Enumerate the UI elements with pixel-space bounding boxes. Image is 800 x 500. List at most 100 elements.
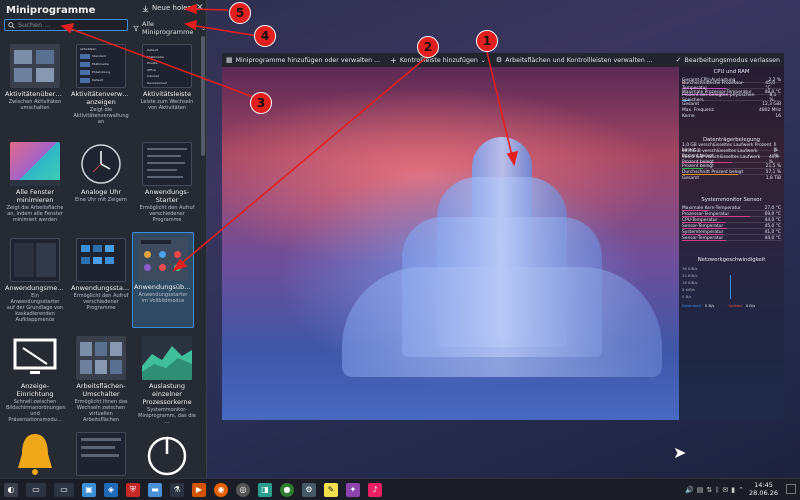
- widget-tile[interactable]: Auslastung einzelner Prozessorkerne Syst…: [136, 332, 198, 428]
- widget-tile[interactable]: Aktivitätenübersi... Zwischen Aktivitäte…: [4, 40, 66, 136]
- add-panel-label: Kontrollleiste hinzufügen: [399, 56, 478, 64]
- widget-name: Analoge Uhr: [80, 188, 122, 196]
- sensor-value: 41,0 °C: [764, 229, 781, 235]
- widget-tile[interactable]: Analoge Uhr Eine Uhr mit Zeigern: [70, 138, 132, 234]
- expand-tray-icon[interactable]: ⌃: [738, 486, 744, 494]
- sensor-row: Kerne 16: [679, 113, 784, 119]
- widget-tile-selected[interactable]: Anwendungsüber... Anwendungsstarter im V…: [132, 232, 194, 328]
- battery-icon[interactable]: ▮: [731, 486, 735, 494]
- notifications-icon[interactable]: ✉: [722, 486, 728, 494]
- show-desktop-icon[interactable]: [786, 484, 796, 494]
- get-new-widgets-button[interactable]: Neue holen ...: [142, 4, 201, 12]
- search-field[interactable]: [4, 19, 128, 31]
- system-tray: 🔊 ▤ ⇅ ᛒ ✉ ▮ ⌃: [685, 486, 744, 494]
- clock-time: 14:45: [754, 481, 773, 489]
- sensor-value: 27,0 °C: [764, 205, 781, 211]
- document-icon[interactable]: ✎: [324, 482, 338, 497]
- download-value: 0 B/s: [704, 303, 715, 308]
- widget-tile[interactable]: Anzeige-Einrichtung Schnell zwischen Bil…: [4, 332, 66, 428]
- close-icon[interactable]: ✕: [196, 3, 204, 13]
- sensor-row: Maximale Kern-Temperatur 27,0 °C: [679, 205, 784, 211]
- upload-value: 0 B/s: [745, 303, 756, 308]
- widget-tile[interactable]: [136, 428, 198, 478]
- volume-icon[interactable]: 🔊: [685, 486, 694, 494]
- upload-legend: Upload: [728, 303, 742, 308]
- media-icon[interactable]: ●: [280, 482, 294, 497]
- widget-tile[interactable]: Anwendungs-Starter Ermöglicht den Aufruf…: [136, 138, 198, 234]
- store-icon[interactable]: ◈: [104, 482, 118, 497]
- exit-edit-mode-button[interactable]: ✓ Bearbeitungsmodus verlassen: [676, 56, 780, 64]
- phone-connect-thumbnail: [76, 432, 126, 476]
- plus-icon: +: [390, 55, 397, 65]
- explorer-scrollbar[interactable]: [201, 36, 205, 156]
- flask-icon[interactable]: ⚗: [170, 482, 184, 497]
- widget-name: Anwendungsstart...: [71, 284, 132, 292]
- sensor-value: 69,0 °C: [764, 211, 781, 217]
- camera-icon[interactable]: ◎: [236, 482, 250, 497]
- sensor-value: 44,0 °C: [764, 235, 781, 241]
- widget-name: Aktivitätenverwaltung anzeigen: [71, 90, 132, 106]
- annotation-marker-5: 5: [229, 2, 251, 24]
- widget-name: Aktivitätenübersi...: [5, 90, 66, 98]
- sensor-row: Sensor-Temperatur 44,0 °C: [679, 235, 784, 241]
- widget-name: Aktivitätsleiste: [142, 90, 192, 98]
- filter-icon: [133, 25, 139, 31]
- activity-overview-thumbnail: [10, 44, 60, 88]
- configure-desktops-button[interactable]: ⚙ Arbeitsflächen und Kontrollleisten ver…: [496, 56, 653, 64]
- shield-icon[interactable]: ⛨: [126, 482, 140, 497]
- pager-icon[interactable]: ▭: [26, 482, 46, 497]
- music-icon[interactable]: ♪: [368, 482, 382, 497]
- terminal-icon[interactable]: ▶: [192, 482, 206, 497]
- file-manager-icon[interactable]: ▣: [82, 482, 96, 497]
- settings-icon[interactable]: ⚙: [302, 482, 316, 497]
- widget-tile[interactable]: Arbeitsflächen-Umschalter Ermöglicht Ihn…: [70, 332, 132, 428]
- digital-clock[interactable]: 14:45 28.06.26: [749, 481, 778, 497]
- network-axis-ticks: 36 KiB/s 24 KiB/s 16 KiB/s 8 KiB/s 0 B/s: [682, 265, 697, 300]
- activity-bar-thumbnail: Default Multimedia Private Office Intern…: [142, 44, 192, 88]
- widget-tile[interactable]: Alle Fenster minimieren Zeigt die Arbeit…: [4, 138, 66, 234]
- widgets-icon: ▦: [226, 56, 233, 64]
- system-monitor-widget[interactable]: CPU und RAM Gesamt-CPU-Auslastung 2,2 % Du…: [679, 67, 784, 420]
- widget-tile[interactable]: Aktivitäten Standard Multimedia Entwickl…: [70, 40, 132, 136]
- pager-icon[interactable]: ▭: [54, 482, 74, 497]
- filter-label: Alle Miniprogramme: [141, 20, 194, 36]
- filter-dropdown[interactable]: Alle Miniprogramme ⌄: [133, 20, 206, 36]
- widget-tile[interactable]: [70, 428, 132, 478]
- get-new-label: Neue holen ...: [152, 4, 201, 12]
- chat-icon[interactable]: ◨: [258, 482, 272, 497]
- sensor-value: 45,0 °C: [764, 223, 781, 229]
- app-launcher-icon[interactable]: ◐: [4, 482, 18, 497]
- clipboard-icon[interactable]: ▤: [697, 486, 704, 494]
- activity-list-item: Multimedia: [92, 62, 109, 66]
- network-icon[interactable]: ⇅: [706, 486, 712, 494]
- widget-tile[interactable]: Default Multimedia Private Office Intern…: [136, 40, 198, 136]
- annotation-marker-4: 4: [254, 25, 276, 47]
- annotation-marker-1: 1: [476, 30, 498, 52]
- firefox-icon[interactable]: ◉: [214, 482, 228, 497]
- network-graph: 36 KiB/s 24 KiB/s 16 KiB/s 8 KiB/s 0 B/s: [682, 265, 781, 301]
- sensor-row: Durchschnittliche Prozessor-Temperatur 45…: [679, 81, 784, 91]
- add-panel-button[interactable]: + Kontrollleiste hinzufügen ⌄: [390, 56, 486, 65]
- network-tick: 8 KiB/s: [682, 287, 696, 292]
- widget-explorer: Miniprogramme Neue holen ... ✕ Alle Mini…: [0, 0, 207, 478]
- folder-icon[interactable]: ▬: [148, 482, 162, 497]
- sensor-label: Sensor-Temperatur: [682, 223, 724, 229]
- widget-tile[interactable]: Anwendungsstart... Ermöglicht den Aufruf…: [70, 234, 132, 330]
- widget-description: Ermöglicht Ihnen das Wechseln zwischen v…: [74, 399, 128, 423]
- search-icon: [8, 21, 15, 29]
- sensor-label: CPU-Temperatur: [682, 217, 718, 223]
- check-icon: ✓: [675, 56, 682, 64]
- monitor-icon: [10, 336, 60, 380]
- widget-name: Anwendungs-Starter: [144, 188, 190, 204]
- add-widgets-label: Miniprogramme hinzufügen oder verwalten …: [235, 56, 381, 64]
- sensor-label: Gesamt: [682, 175, 700, 181]
- graphics-icon[interactable]: ✦: [346, 482, 360, 497]
- add-widgets-button[interactable]: ▦ Miniprogramme hinzufügen oder verwalte…: [226, 56, 380, 64]
- widget-tile[interactable]: Anwendungsmenü Ein Anwendungsstarter auf…: [4, 234, 66, 330]
- widget-tile[interactable]: [4, 428, 66, 478]
- bluetooth-icon[interactable]: ᛒ: [715, 486, 719, 494]
- search-input[interactable]: [18, 21, 118, 29]
- widget-description: Ermöglicht den Aufruf verschiedener Prog…: [139, 205, 195, 223]
- sensor-label: Gesamt: [682, 101, 700, 107]
- widget-name: Anzeige-Einrichtung: [16, 382, 54, 398]
